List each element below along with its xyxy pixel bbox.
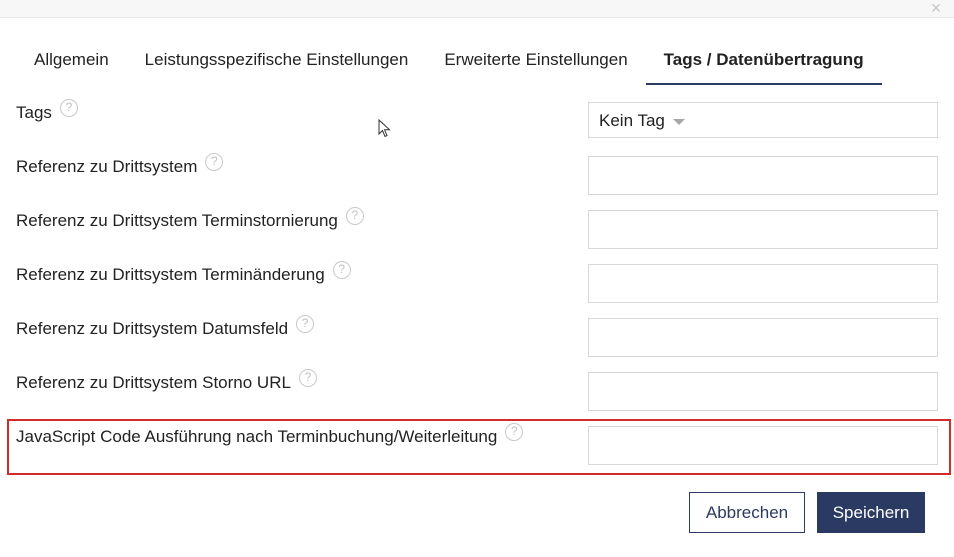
form-row-ref-date: Referenz zu Drittsystem Datumsfeld ?: [0, 315, 954, 373]
help-icon[interactable]: ?: [59, 99, 78, 117]
tab-tags-datenuebertragung[interactable]: Tags / Datenübertragung: [645, 36, 882, 85]
js-code-input[interactable]: [588, 426, 938, 465]
ref-cancellation-label-text: Referenz zu Drittsystem Terminstornierun…: [16, 211, 338, 230]
js-code-label-text: JavaScript Code Ausführung nach Terminbu…: [16, 427, 498, 446]
ref-storno-url-label: Referenz zu Drittsystem Storno URL ?: [16, 369, 317, 393]
ref-third-party-label: Referenz zu Drittsystem ?: [16, 153, 224, 177]
tags-select-value: Kein Tag: [599, 111, 665, 130]
cancel-button[interactable]: Abbrechen: [689, 492, 805, 533]
form-row-js-code: JavaScript Code Ausführung nach Terminbu…: [0, 423, 954, 481]
ref-third-party-label-text: Referenz zu Drittsystem: [16, 157, 198, 176]
chevron-down-icon: [672, 119, 685, 125]
dialog-top-bar: ×: [0, 0, 954, 18]
help-icon[interactable]: ?: [296, 315, 315, 333]
tab-leistungsspezifische-einstellungen[interactable]: Leistungsspezifische Einstellungen: [127, 36, 427, 84]
form-row-ref-change: Referenz zu Drittsystem Terminänderung ?: [0, 261, 954, 319]
ref-date-label: Referenz zu Drittsystem Datumsfeld ?: [16, 315, 315, 339]
close-icon[interactable]: ×: [927, 0, 945, 17]
ref-third-party-input[interactable]: [588, 156, 938, 195]
tags-label-text: Tags: [16, 103, 52, 122]
ref-date-input[interactable]: [588, 318, 938, 357]
tags-label: Tags ?: [16, 99, 78, 123]
ref-storno-url-input[interactable]: [588, 372, 938, 411]
ref-storno-url-label-text: Referenz zu Drittsystem Storno URL: [16, 373, 291, 392]
tags-select[interactable]: Kein Tag: [588, 102, 938, 138]
help-icon[interactable]: ?: [298, 369, 317, 387]
form-row-tags: Tags ? Kein Tag: [0, 99, 954, 157]
mouse-cursor-icon: [378, 119, 391, 138]
ref-change-input[interactable]: [588, 264, 938, 303]
ref-change-label: Referenz zu Drittsystem Terminänderung ?: [16, 261, 351, 285]
ref-cancellation-label: Referenz zu Drittsystem Terminstornierun…: [16, 207, 364, 231]
tab-bar: Allgemein Leistungsspezifische Einstellu…: [16, 36, 882, 86]
tab-erweiterte-einstellungen[interactable]: Erweiterte Einstellungen: [426, 36, 645, 84]
help-icon[interactable]: ?: [505, 423, 524, 441]
js-code-label: JavaScript Code Ausführung nach Terminbu…: [16, 423, 524, 447]
help-icon[interactable]: ?: [345, 207, 364, 225]
save-button[interactable]: Speichern: [817, 492, 925, 533]
help-icon[interactable]: ?: [205, 153, 224, 171]
form-row-ref-cancellation: Referenz zu Drittsystem Terminstornierun…: [0, 207, 954, 265]
form-row-ref-third-party: Referenz zu Drittsystem ?: [0, 153, 954, 211]
ref-cancellation-input[interactable]: [588, 210, 938, 249]
help-icon[interactable]: ?: [332, 261, 351, 279]
tab-allgemein[interactable]: Allgemein: [16, 36, 127, 84]
ref-date-label-text: Referenz zu Drittsystem Datumsfeld: [16, 319, 289, 338]
ref-change-label-text: Referenz zu Drittsystem Terminänderung: [16, 265, 325, 284]
